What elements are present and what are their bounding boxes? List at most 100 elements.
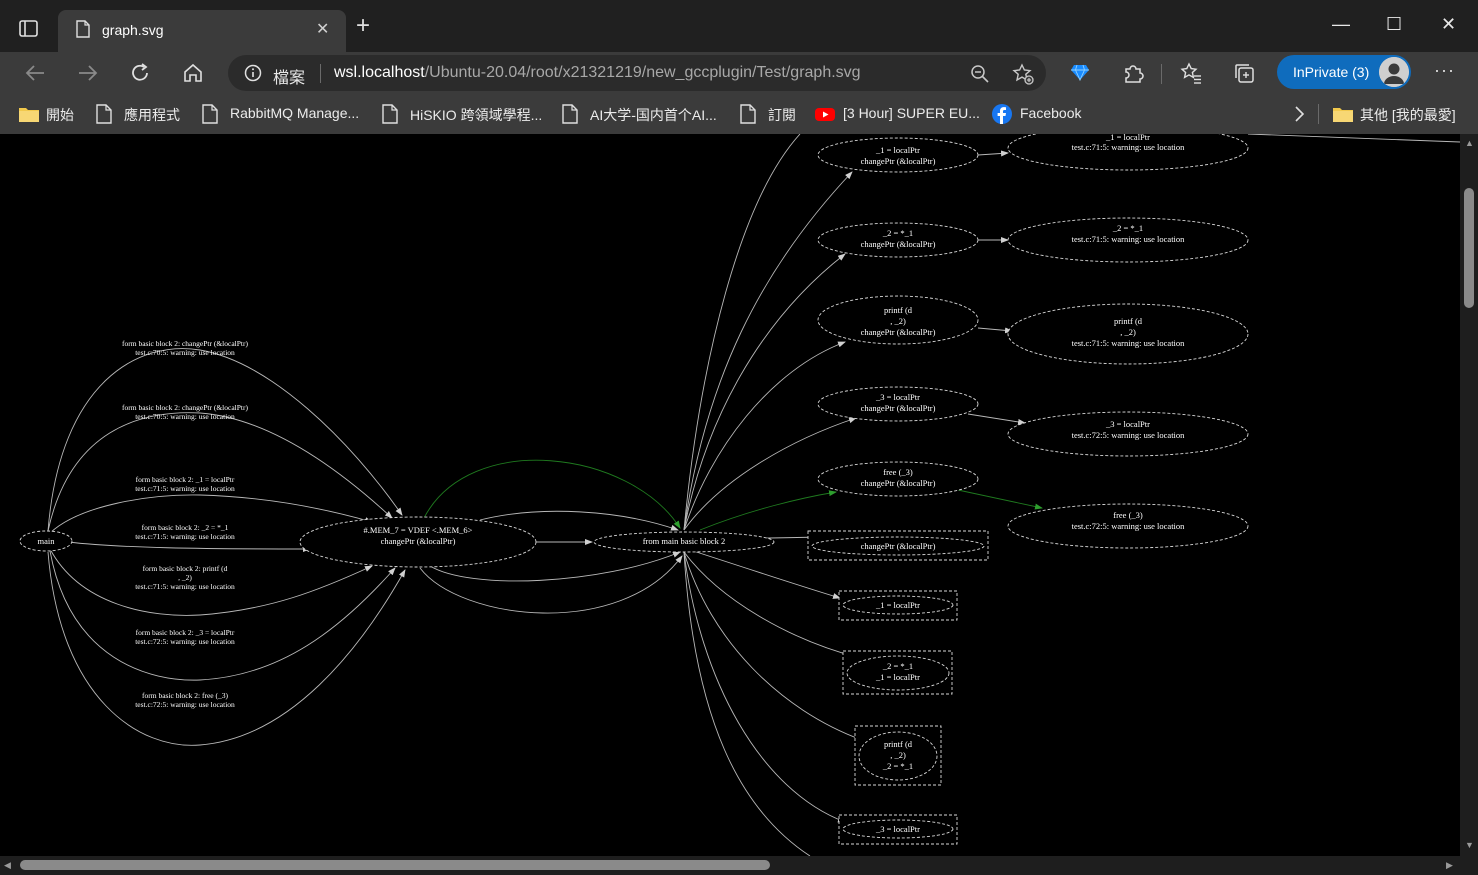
other-favorites-label: 其他 [我的最愛] [1360, 107, 1456, 123]
home-icon[interactable] [182, 62, 204, 89]
edge-label: form basic block 2: _2 = *_1 [142, 523, 229, 532]
gem-icon[interactable] [1070, 62, 1090, 87]
edge [683, 551, 811, 856]
edge [967, 413, 1026, 425]
title-bar: graph.svg ✕ + — ☐ ✕ [0, 0, 1478, 52]
edge [1247, 134, 1460, 143]
add-favorite-icon[interactable] [1012, 63, 1034, 90]
inprivate-profile-button[interactable]: InPrivate (3) [1277, 55, 1411, 89]
node-b5[interactable]: _3 = localPtr [838, 814, 958, 845]
node-r1[interactable]: _1 = localPtr changePtr (&localPtr) [817, 137, 979, 173]
horizontal-scroll-thumb[interactable] [20, 860, 770, 870]
node-b2[interactable]: _1 = localPtr [838, 590, 958, 621]
site-info-label[interactable]: 檔案 [273, 64, 305, 88]
node-label: _1 = localPtr [875, 600, 920, 610]
zoom-icon[interactable] [970, 64, 990, 89]
info-icon[interactable] [244, 64, 262, 87]
node-label: changePtr (&localPtr) [861, 403, 936, 413]
favorites-icon[interactable] [1180, 62, 1202, 89]
node-f1[interactable]: _1 = localPtr test.c:71:5: warning: use … [1007, 134, 1249, 171]
node-bb2[interactable]: from main basic block 2 [593, 531, 775, 553]
edge-label: test.c:70:5: warning: use location [135, 412, 235, 421]
node-label: printf (d [884, 739, 913, 749]
edge-labels: form basic block 2: changePtr (&localPtr… [122, 339, 249, 709]
node-label: _2 = *_1 [882, 228, 913, 238]
node-label: changePtr (&localPtr) [861, 327, 936, 337]
node-mem[interactable]: #.MEM_7 = VDEF <.MEM_6> changePtr (&loca… [299, 516, 537, 568]
node-label: #.MEM_7 = VDEF <.MEM_6> [364, 525, 473, 535]
node-f2[interactable]: _2 = *_1 test.c:71:5: warning: use locat… [1007, 217, 1249, 263]
bookmark-label: RabbitMQ Manage... [230, 105, 360, 121]
node-label: _3 = localPtr [875, 824, 920, 834]
node-r2[interactable]: _2 = *_1 changePtr (&localPtr) [817, 222, 979, 258]
node-label: , _2) [890, 316, 906, 326]
node-label: _2 = *_1 [882, 661, 913, 671]
url-text[interactable]: wsl.localhost/Ubuntu-20.04/root/x2132121… [334, 64, 861, 82]
scroll-down-icon[interactable]: ▼ [1465, 840, 1474, 850]
edge-label: test.c:71:5: warning: use location [135, 582, 235, 591]
file-icon [76, 20, 90, 43]
edge-label: form basic block 2: changePtr (&localPtr… [122, 403, 249, 412]
edge-label: test.c:72:5: warning: use location [135, 700, 235, 709]
node-label: free (_3) [883, 467, 913, 477]
edge-label: test.c:70:5: warning: use location [135, 348, 235, 357]
chevron-right-icon[interactable] [1293, 105, 1305, 128]
node-label: test.c:71:5: warning: use location [1072, 338, 1186, 348]
maximize-button[interactable]: ☐ [1386, 14, 1402, 35]
edge-label: form basic block 2: _1 = localPtr [136, 475, 235, 484]
new-tab-button[interactable]: + [356, 14, 370, 38]
page-icon [740, 104, 756, 127]
youtube-icon [815, 104, 835, 127]
page-viewport: form basic block 2: changePtr (&localPtr… [0, 134, 1460, 856]
horizontal-scrollbar[interactable]: ◀ ▶ [0, 856, 1460, 875]
avatar-icon [1379, 57, 1409, 87]
forward-icon[interactable] [77, 62, 99, 89]
node-b1[interactable]: changePtr (&localPtr) [807, 530, 989, 561]
node-label: _2 = *_1 [882, 761, 913, 771]
folder-icon [18, 104, 40, 127]
node-r3[interactable]: printf (d , _2) changePtr (&localPtr) [817, 295, 979, 345]
minimize-button[interactable]: — [1332, 14, 1350, 35]
edge [47, 348, 403, 532]
edge [683, 551, 861, 660]
page-icon [562, 104, 578, 127]
refresh-icon[interactable] [129, 62, 151, 89]
edge [47, 551, 406, 746]
node-b4[interactable]: printf (d , _2) _2 = *_1 [854, 725, 942, 786]
vertical-scroll-thumb[interactable] [1464, 188, 1474, 308]
node-label: changePtr (&localPtr) [861, 541, 936, 551]
tab-actions-icon[interactable] [19, 20, 39, 43]
node-r4[interactable]: _3 = localPtr changePtr (&localPtr) [817, 386, 979, 422]
node-label: changePtr (&localPtr) [861, 156, 936, 166]
back-icon[interactable] [24, 62, 46, 89]
graph-canvas: form basic block 2: changePtr (&localPtr… [19, 134, 1460, 856]
close-window-button[interactable]: ✕ [1441, 14, 1456, 35]
node-label: _3 = localPtr [1105, 419, 1150, 429]
node-f4[interactable]: _3 = localPtr test.c:72:5: warning: use … [1007, 411, 1249, 457]
scroll-left-icon[interactable]: ◀ [4, 860, 11, 871]
node-label: _1 = localPtr [875, 672, 920, 682]
node-r5[interactable]: free (_3) changePtr (&localPtr) [817, 461, 979, 497]
tab-graph-svg[interactable]: graph.svg ✕ [58, 10, 346, 52]
tab-close-icon[interactable]: ✕ [316, 19, 329, 39]
address-bar[interactable]: 檔案 wsl.localhost/Ubuntu-20.04/root/x2132… [228, 55, 1046, 91]
scroll-up-icon[interactable]: ▲ [1465, 138, 1474, 148]
edge [977, 327, 1013, 334]
vertical-scrollbar[interactable]: ▲ ▼ [1460, 134, 1478, 856]
settings-more-button[interactable]: ··· [1434, 60, 1455, 81]
collections-icon[interactable] [1233, 62, 1255, 89]
node-f3[interactable]: printf (d , _2) test.c:71:5: warning: us… [1007, 303, 1249, 365]
bookmark-label: AI大学-国内首个AI... [590, 107, 717, 123]
node-label: , _2) [1120, 327, 1136, 337]
node-b3[interactable]: _2 = *_1 _1 = localPtr [842, 650, 953, 695]
scroll-right-icon[interactable]: ▶ [1446, 860, 1453, 871]
edge-label: form basic block 2: _3 = localPtr [136, 628, 235, 637]
extensions-icon[interactable] [1122, 62, 1144, 89]
url-host: wsl.localhost [334, 64, 425, 81]
node-f5[interactable]: free (_3) test.c:72:5: warning: use loca… [1007, 503, 1249, 549]
node-label: test.c:72:5: warning: use location [1072, 430, 1186, 440]
url-path: /Ubuntu-20.04/root/x21321219/new_gccplug… [424, 64, 861, 81]
toolbar-separator [1161, 64, 1162, 84]
edge-green [957, 489, 1043, 510]
node-main[interactable]: main [19, 530, 73, 552]
